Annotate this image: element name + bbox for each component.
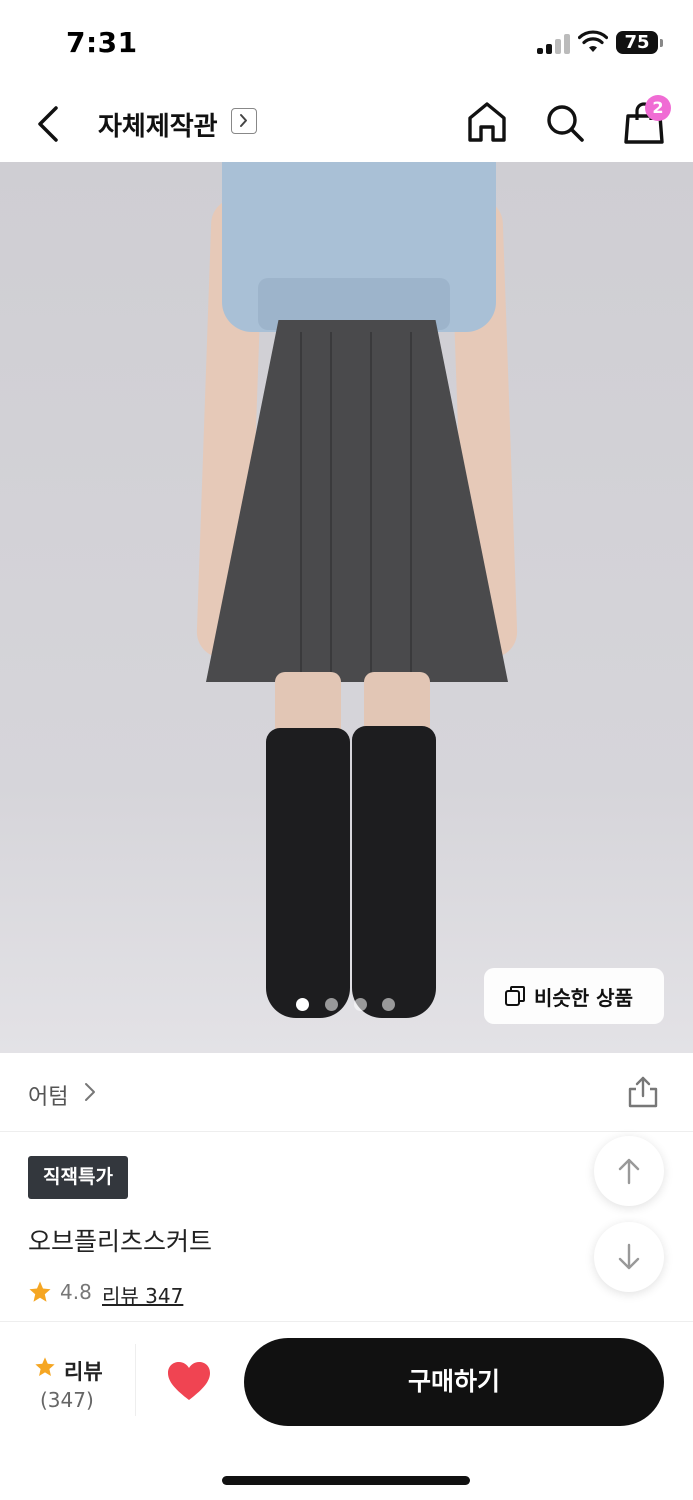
carousel-dot-4[interactable] [382,998,395,1011]
similar-products-button[interactable]: 비슷한 상품 [484,968,664,1024]
wifi-icon [578,30,608,52]
search-icon[interactable] [544,102,586,144]
home-indicator [222,1476,470,1485]
skirt-pleat [300,332,302,682]
brand-name-link[interactable]: 어텀 [28,1079,68,1111]
arrow-up-icon [618,1158,640,1185]
status-bar: 7:31 75 [0,0,693,88]
scroll-down-button[interactable] [594,1222,664,1292]
top-nav-bar: 자체제작관 [0,88,693,162]
product-title: 오브플리츠스커트 [28,1227,213,1256]
cellular-signal-icon [537,34,571,54]
review-summary-button[interactable]: 리뷰 (347) [28,1356,112,1420]
battery-indicator: 75 [616,31,663,54]
bottom-action-bar: 리뷰 (347) 구매하기 [0,1321,693,1442]
scroll-up-button[interactable] [594,1136,664,1206]
skirt-pleat [330,332,332,682]
carousel-dot-1[interactable] [296,998,309,1011]
carousel-dot-3[interactable] [354,998,367,1011]
back-arrow-icon[interactable] [30,102,70,146]
review-count-link[interactable]: 리뷰 347 [102,1280,183,1309]
star-icon [29,1281,51,1302]
carousel-dot-2[interactable] [325,998,338,1011]
special-price-badge: 직잭특가 [28,1156,128,1199]
share-icon[interactable] [626,1075,660,1109]
review-count: (347) [40,1388,94,1412]
brand-row: 어텀 [0,1053,693,1132]
rating-row: 4.8 리뷰 347 [28,1278,328,1309]
home-icon[interactable] [466,100,508,146]
cart-count-badge: 2 [645,95,671,121]
heart-icon[interactable] [166,1360,212,1402]
review-label: 리뷰 [64,1360,103,1384]
copy-icon [505,986,525,1006]
arrow-down-icon [618,1243,640,1270]
product-image-carousel[interactable]: 비슷한 상품 [0,162,693,1053]
star-icon [35,1357,55,1376]
status-time: 7:31 [66,26,138,59]
carousel-indicator [296,998,406,1012]
rating-value: 4.8 [60,1280,92,1304]
skirt-pleat [410,332,412,682]
skirt-pleat [370,332,372,682]
chevron-right-icon [240,114,247,127]
chevron-right-icon [85,1083,95,1101]
divider [135,1344,136,1416]
similar-products-label: 비슷한 상품 [534,986,633,1010]
store-link-button[interactable] [231,108,257,134]
buy-button[interactable]: 구매하기 [244,1338,664,1426]
model-boot-left [266,728,350,1018]
model-boot-right [352,726,436,1018]
store-title[interactable]: 자체제작관 [98,106,218,143]
